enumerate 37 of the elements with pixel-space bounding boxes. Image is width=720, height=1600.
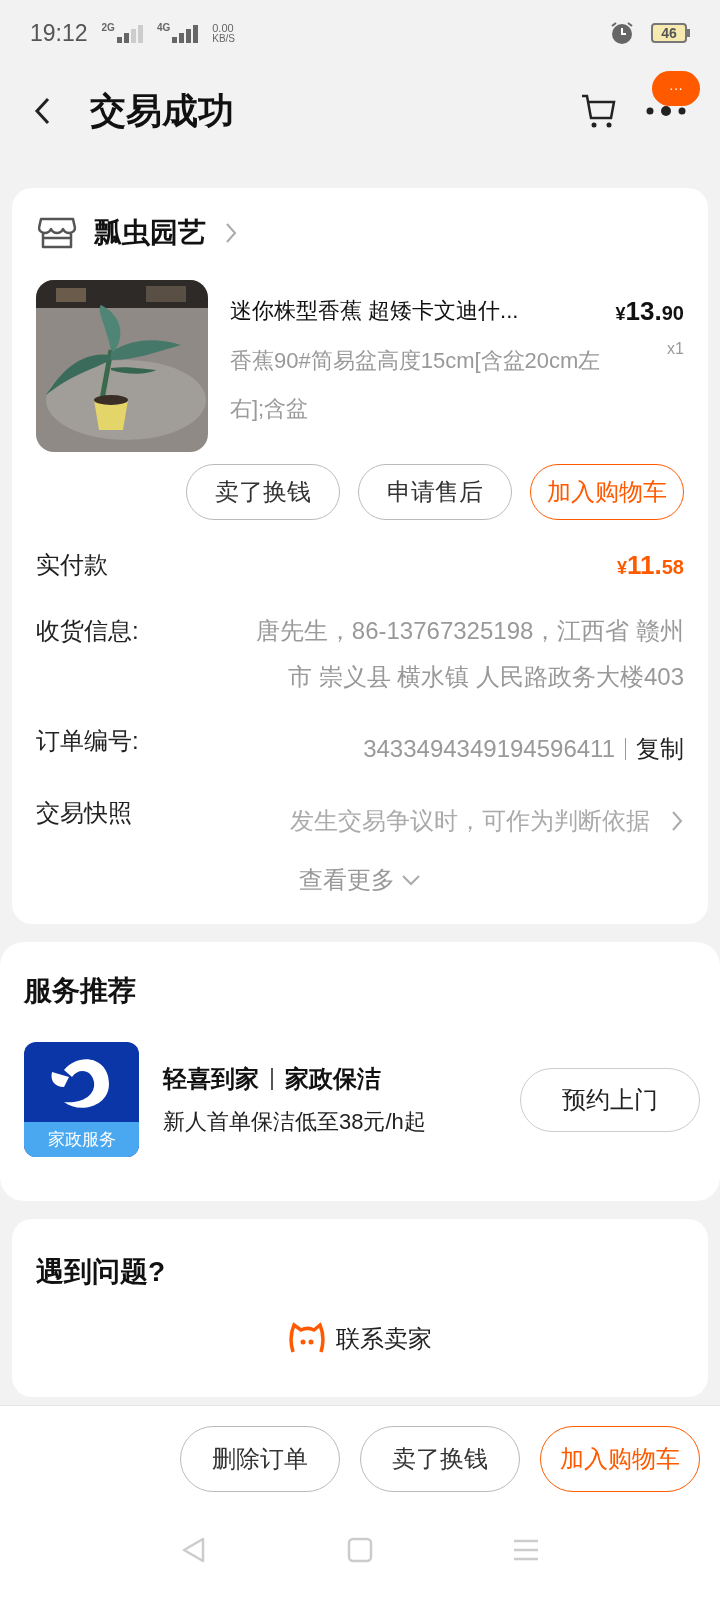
speed-value: 0.00 [212, 22, 235, 34]
chevron-icon [224, 221, 238, 245]
order-number: 3433494349194596411 [363, 734, 615, 764]
product-spec: 香蕉90#简易盆高度15cm[含盆20cm左右];含盆 [230, 347, 602, 423]
paid-amount: ¥11.58 [617, 548, 684, 582]
store-icon [38, 216, 76, 250]
chevron-icon [670, 809, 684, 833]
section-title: 遇到问题? [36, 1255, 167, 1289]
detail-label: 交易快照 [36, 798, 132, 828]
detail-label: 订单编号: [36, 726, 139, 756]
battery-icon: 46 [651, 23, 687, 43]
shop-name[interactable]: 瓢虫园艺 [94, 212, 206, 254]
network-label: 4G [156, 23, 171, 33]
detail-label: 收货信息: [36, 616, 139, 646]
clock-time: 19:12 [30, 18, 88, 48]
service-description: 新人首单保洁低至38元/h起 [163, 1108, 427, 1136]
speed-unit: KB/S [212, 33, 236, 44]
contact-seller-link[interactable]: 联系卖家 [336, 1321, 432, 1357]
signal-icon [172, 23, 199, 43]
section-title: 服务推荐 [24, 974, 137, 1008]
page-title: 交易成功 [90, 89, 234, 133]
product-title[interactable]: 迷你株型香蕉 超矮卡文迪什... [230, 294, 594, 327]
copy-link[interactable]: 复制 [636, 726, 684, 772]
cart-icon[interactable] [580, 93, 618, 129]
network-label: 2G [101, 23, 115, 33]
paid-label: 实付款 [36, 550, 108, 580]
address-text: 唐先生，86-13767325198，江西省 赣州市 崇义县 横水镇 人民路政务大楼403 [254, 616, 684, 692]
notification-badge: ··· [652, 71, 700, 106]
signal-icon [116, 23, 143, 43]
service-category: 家政保洁 [285, 1064, 381, 1094]
more-icon[interactable] [646, 105, 686, 117]
product-price: ¥13.90 [615, 295, 684, 328]
chevron-down-icon [401, 874, 421, 886]
icon-caption: 家政服务 [24, 1122, 139, 1157]
alarm-icon [609, 20, 635, 46]
service-brand: 轻喜到家 [163, 1064, 259, 1094]
quantity-label: x1 [667, 339, 684, 359]
